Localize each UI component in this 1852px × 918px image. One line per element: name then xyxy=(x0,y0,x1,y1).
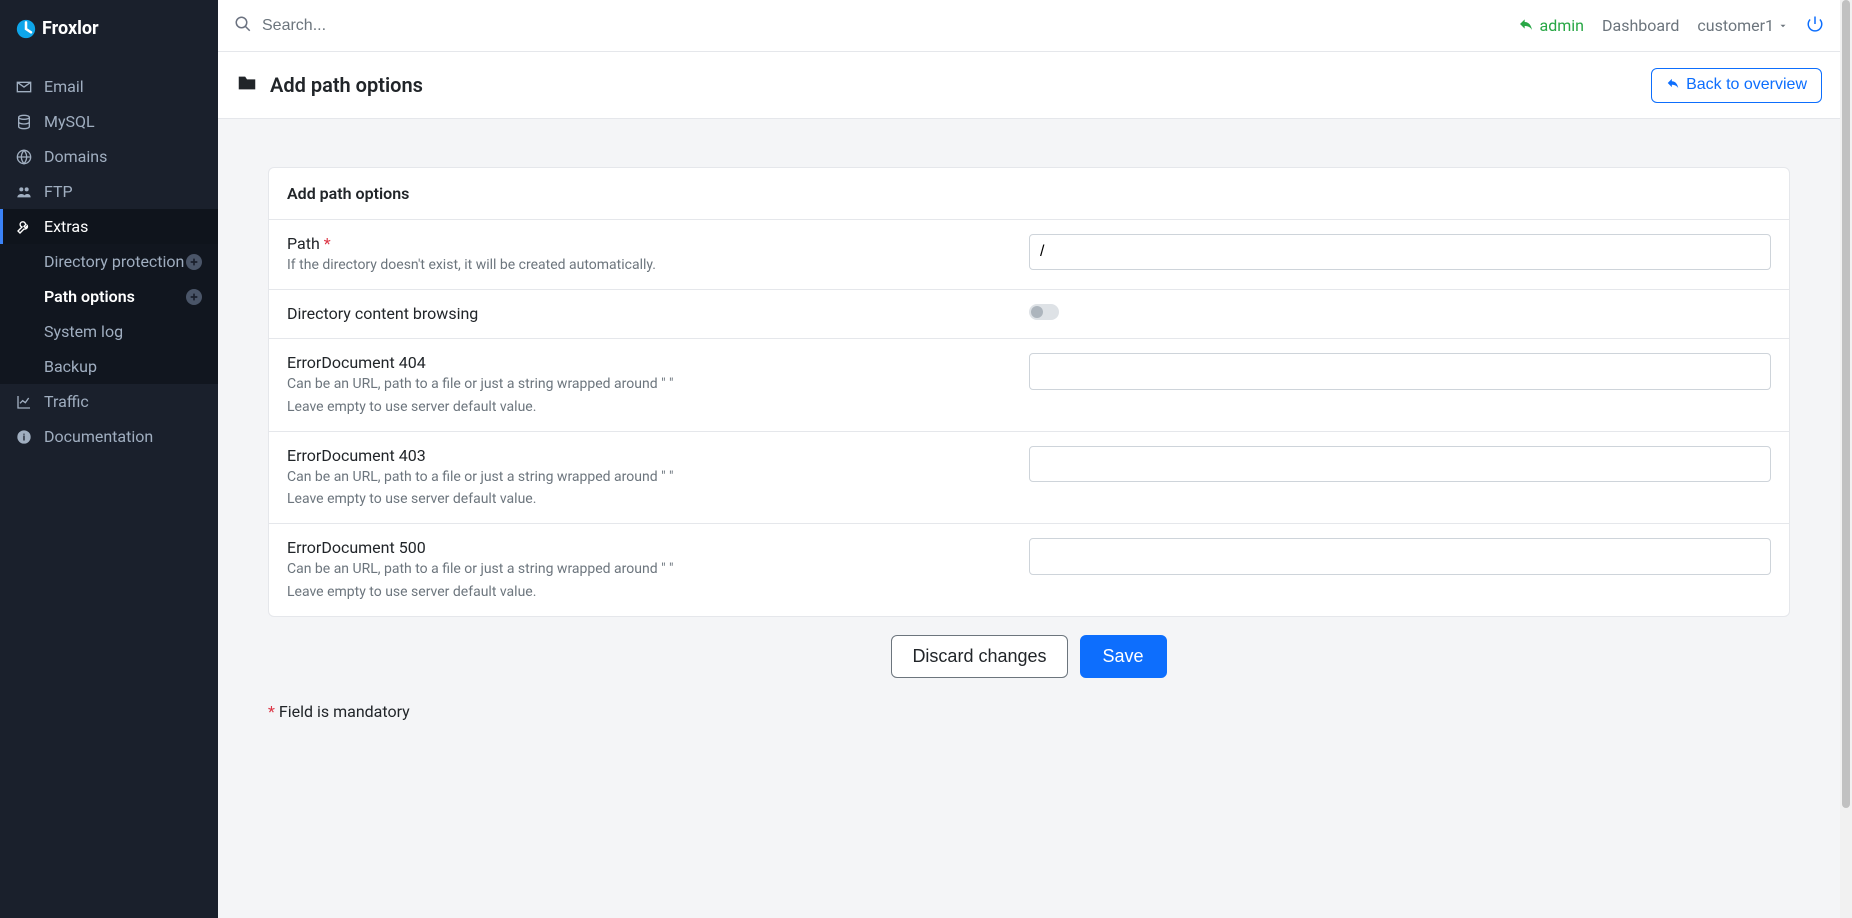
plus-icon[interactable] xyxy=(186,254,202,270)
brand[interactable]: Froxlor xyxy=(0,0,218,57)
envelope-icon xyxy=(16,79,44,95)
user-name: customer1 xyxy=(1697,16,1774,35)
action-bar: Discard changes Save xyxy=(268,635,1790,678)
dashboard-link[interactable]: Dashboard xyxy=(1602,16,1679,35)
form-row-browsing: Directory content browsing xyxy=(269,290,1789,339)
err403-help2: Leave empty to use server default value. xyxy=(287,489,1009,509)
form-row-err404: ErrorDocument 404 Can be an URL, path to… xyxy=(269,339,1789,432)
sidebar-item-ftp[interactable]: FTP xyxy=(0,174,218,209)
err404-label: ErrorDocument 404 xyxy=(287,353,1009,372)
page-header: Add path options Back to overview xyxy=(218,52,1840,119)
search-icon xyxy=(234,15,252,37)
search-input[interactable] xyxy=(262,17,662,35)
folder-icon xyxy=(236,72,258,98)
sidebar-item-email[interactable]: Email xyxy=(0,69,218,104)
card-title: Add path options xyxy=(269,168,1789,220)
sub-label: Directory protection xyxy=(44,252,184,271)
save-button[interactable]: Save xyxy=(1080,635,1167,678)
sidebar-item-documentation[interactable]: i Documentation xyxy=(0,419,218,454)
path-help: If the directory doesn't exist, it will … xyxy=(287,255,1009,275)
nav-label: Traffic xyxy=(44,392,89,411)
browsing-label: Directory content browsing xyxy=(287,304,1009,323)
err500-input[interactable] xyxy=(1029,538,1771,574)
path-label: Path * xyxy=(287,234,1009,253)
nav-label: Email xyxy=(44,77,84,96)
err403-input[interactable] xyxy=(1029,446,1771,482)
sidebar-item-traffic[interactable]: Traffic xyxy=(0,384,218,419)
err404-help1: Can be an URL, path to a file or just a … xyxy=(287,374,1009,394)
sub-label: Path options xyxy=(44,287,135,306)
power-icon xyxy=(1806,15,1824,37)
form-row-err500: ErrorDocument 500 Can be an URL, path to… xyxy=(269,524,1789,616)
reply-icon xyxy=(1666,76,1680,95)
wrench-icon xyxy=(16,219,44,235)
nav-label: MySQL xyxy=(44,112,95,131)
err500-help2: Leave empty to use server default value. xyxy=(287,582,1009,602)
froxlor-logo-icon xyxy=(16,19,36,39)
topbar: admin Dashboard customer1 xyxy=(218,0,1840,52)
browsing-toggle[interactable] xyxy=(1029,304,1059,320)
nav: Email MySQL Domains FTP Extras Directory… xyxy=(0,57,218,454)
discard-button[interactable]: Discard changes xyxy=(891,635,1067,678)
database-icon xyxy=(16,114,44,130)
scrollbar-thumb[interactable] xyxy=(1842,0,1850,808)
err500-label: ErrorDocument 500 xyxy=(287,538,1009,557)
svg-text:i: i xyxy=(23,432,25,443)
sidebar-item-mysql[interactable]: MySQL xyxy=(0,104,218,139)
sidebar: Froxlor Email MySQL Domains FTP Extras D… xyxy=(0,0,218,918)
plus-icon[interactable] xyxy=(186,289,202,305)
sub-item-directory-protection[interactable]: Directory protection xyxy=(0,244,218,279)
back-label: Back to overview xyxy=(1686,76,1807,94)
logout-button[interactable] xyxy=(1806,15,1824,37)
extras-submenu: Directory protection Path options System… xyxy=(0,244,218,384)
nav-label: FTP xyxy=(44,182,73,201)
search-wrap xyxy=(234,15,1518,37)
form-card: Add path options Path * If the directory… xyxy=(268,167,1790,617)
sub-label: System log xyxy=(44,322,123,341)
return-admin-link[interactable]: admin xyxy=(1518,16,1584,36)
path-input[interactable] xyxy=(1029,234,1771,270)
content: Add path options Path * If the directory… xyxy=(218,119,1840,918)
err500-help1: Can be an URL, path to a file or just a … xyxy=(287,559,1009,579)
nav-label: Domains xyxy=(44,147,107,166)
caret-down-icon xyxy=(1778,16,1788,35)
users-icon xyxy=(16,184,44,200)
form-row-path: Path * If the directory doesn't exist, i… xyxy=(269,220,1789,290)
topbar-right: admin Dashboard customer1 xyxy=(1518,15,1824,37)
sidebar-item-domains[interactable]: Domains xyxy=(0,139,218,174)
err404-input[interactable] xyxy=(1029,353,1771,389)
chart-icon xyxy=(16,394,44,410)
globe-icon xyxy=(16,149,44,165)
nav-label: Extras xyxy=(44,217,88,236)
sidebar-item-extras[interactable]: Extras xyxy=(0,209,218,244)
user-dropdown[interactable]: customer1 xyxy=(1697,16,1788,35)
sub-item-backup[interactable]: Backup xyxy=(0,349,218,384)
scrollbar[interactable] xyxy=(1840,0,1852,918)
err403-label: ErrorDocument 403 xyxy=(287,446,1009,465)
page-title: Add path options xyxy=(270,73,423,97)
reply-icon xyxy=(1518,16,1534,36)
mandatory-note: * Field is mandatory xyxy=(268,702,1790,721)
sub-item-path-options[interactable]: Path options xyxy=(0,279,218,314)
info-icon: i xyxy=(16,429,44,445)
nav-label: Documentation xyxy=(44,427,153,446)
err404-help2: Leave empty to use server default value. xyxy=(287,397,1009,417)
form-row-err403: ErrorDocument 403 Can be an URL, path to… xyxy=(269,432,1789,525)
err403-help1: Can be an URL, path to a file or just a … xyxy=(287,467,1009,487)
sub-item-system-log[interactable]: System log xyxy=(0,314,218,349)
sub-label: Backup xyxy=(44,357,97,376)
admin-text: admin xyxy=(1540,16,1584,35)
back-to-overview-button[interactable]: Back to overview xyxy=(1651,68,1822,103)
brand-text: Froxlor xyxy=(42,18,99,39)
